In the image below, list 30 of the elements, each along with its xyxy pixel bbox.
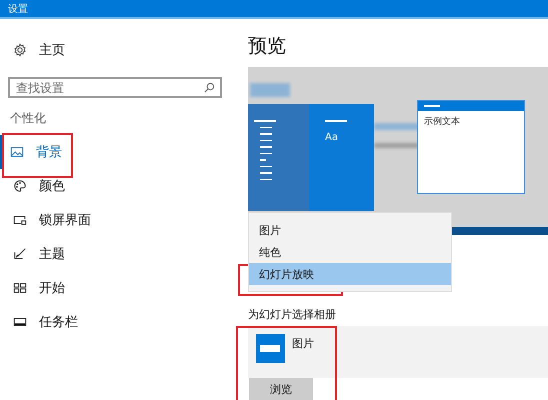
settings-icon xyxy=(13,43,27,57)
album-item[interactable]: 图片 xyxy=(248,326,548,378)
sidebar-item[interactable]: 任务栏 xyxy=(0,305,230,339)
window-title: 设置 xyxy=(8,2,28,16)
palette-icon xyxy=(13,179,27,193)
tile-text: Aa xyxy=(325,132,339,142)
browse-button[interactable]: 浏览 xyxy=(249,378,313,400)
blurred-text xyxy=(374,143,419,148)
tiles-icon xyxy=(13,281,27,295)
sidebar-item[interactable]: 背景 xyxy=(0,135,230,169)
sidebar-item[interactable]: 锁屏界面 xyxy=(0,203,230,237)
album-label: 为幻灯片选择相册 xyxy=(248,307,337,322)
dropdown-option[interactable]: 图片 xyxy=(249,219,451,241)
section-heading: 个性化 xyxy=(10,110,47,127)
blurred-text xyxy=(250,83,290,97)
preview-heading: 预览 xyxy=(248,34,287,59)
search-icon xyxy=(204,82,215,93)
dropdown-option[interactable]: 纯色 xyxy=(249,241,451,263)
taskbar-icon xyxy=(13,315,27,329)
dropdown-option[interactable]: 幻灯片放映 xyxy=(249,263,451,285)
home-nav-item[interactable]: 主页 xyxy=(0,33,230,67)
lock-screen-icon xyxy=(13,213,27,227)
picture-icon xyxy=(10,145,24,159)
sidebar-item[interactable]: 开始 xyxy=(0,271,230,305)
search-field[interactable]: 查找设置 xyxy=(8,77,222,98)
sidebar-item[interactable]: 颜色 xyxy=(0,169,230,203)
folder-tile-icon xyxy=(256,334,285,363)
brush-icon xyxy=(13,247,27,261)
sidebar-item[interactable]: 主题 xyxy=(0,237,230,271)
sample-text: 示例文本 xyxy=(423,116,461,129)
